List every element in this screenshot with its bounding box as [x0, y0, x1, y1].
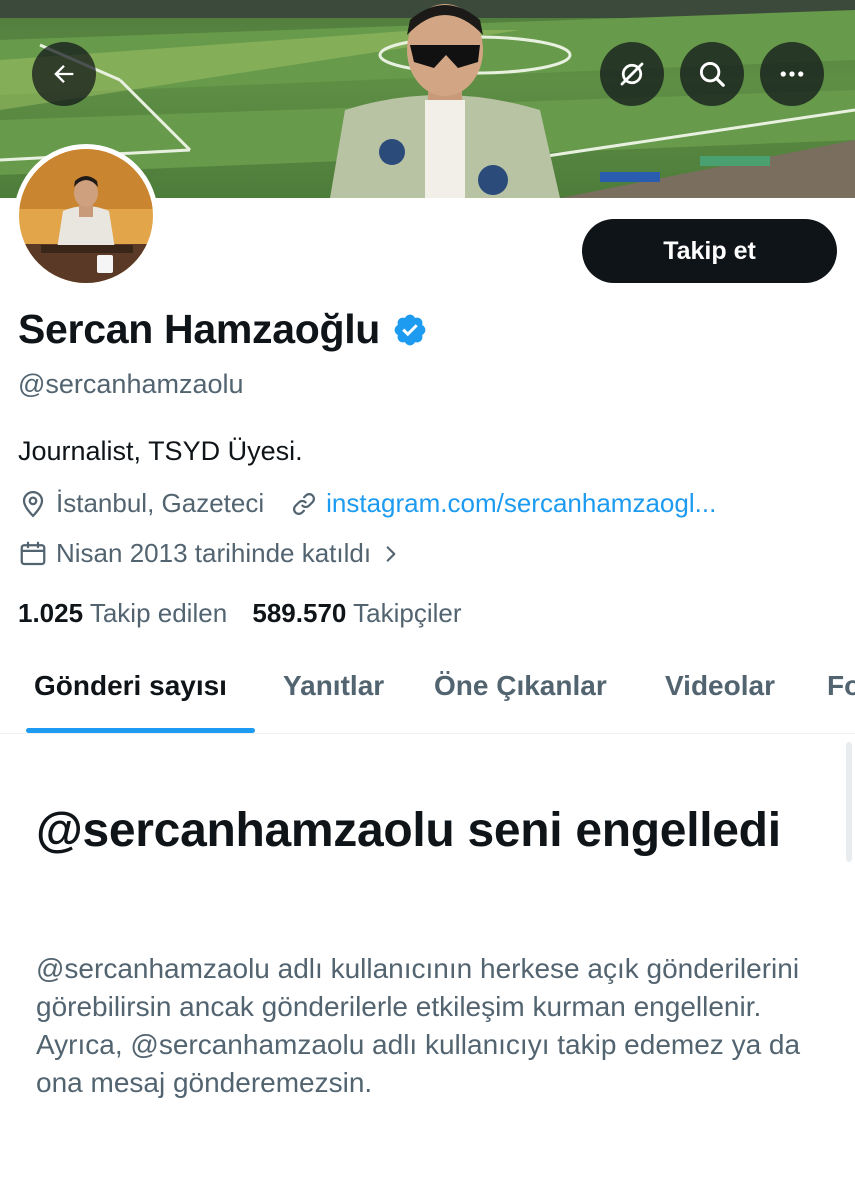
tab-photos[interactable]: Fo — [827, 670, 855, 702]
profile-name-row: Sercan Hamzaoğlu — [18, 306, 428, 353]
search-button[interactable] — [680, 42, 744, 106]
location-pin-icon — [22, 490, 44, 517]
profile-joined-row[interactable]: Nisan 2013 tarihinde katıldı — [18, 538, 401, 569]
tab-videos[interactable]: Videolar — [665, 670, 775, 702]
more-options-button[interactable] — [760, 42, 824, 106]
tab-posts[interactable]: Gönderi sayısı — [34, 670, 227, 702]
profile-website-link[interactable]: instagram.com/sercanhamzaogl... — [326, 488, 716, 519]
followers-count: 589.570 — [252, 598, 347, 628]
arrow-left-icon — [54, 65, 74, 83]
following-label: Takip edilen — [89, 598, 228, 628]
calendar-icon — [20, 541, 46, 565]
avatar-image — [19, 149, 153, 283]
profile-joined-date: Nisan 2013 tarihinde katıldı — [56, 538, 372, 568]
profile-meta-row: İstanbul, Gazeteci instagram.com/sercanh… — [18, 488, 716, 519]
active-tab-indicator — [26, 728, 255, 733]
profile-tabs: Gönderi sayısı Yanıtlar Öne Çıkanlar Vid… — [0, 650, 855, 734]
follow-button[interactable]: Takip et — [582, 219, 837, 283]
search-icon — [699, 61, 725, 87]
blocked-description: @sercanhamzaolu adlı kullanıcının herkes… — [36, 953, 801, 1098]
followers-stat[interactable]: 589.570 Takipçiler — [252, 598, 461, 628]
no-notifications-icon — [620, 62, 644, 86]
blocked-title: @sercanhamzaolu seni engelledi — [36, 804, 781, 857]
verified-badge-icon[interactable] — [392, 312, 428, 348]
follow-stats: 1.025 Takip edilen 589.570 Takipçiler — [18, 598, 462, 629]
tab-highlights[interactable]: Öne Çıkanlar — [434, 670, 607, 702]
profile-location: İstanbul, Gazeteci — [56, 488, 265, 518]
profile-bio: Journalist, TSYD Üyesi. — [18, 436, 303, 466]
avatar[interactable] — [14, 144, 158, 288]
chevron-right-icon — [386, 545, 396, 562]
back-button[interactable] — [32, 42, 96, 106]
followers-label: Takipçiler — [353, 598, 462, 628]
following-count: 1.025 — [18, 598, 84, 628]
display-name: Sercan Hamzaoğlu — [18, 306, 381, 352]
scrollbar[interactable] — [846, 742, 852, 862]
profile-handle: @sercanhamzaolu — [18, 369, 244, 399]
link-icon — [293, 492, 316, 515]
more-horizontal-icon — [780, 71, 804, 77]
notifications-toggle-button[interactable] — [600, 42, 664, 106]
tab-replies[interactable]: Yanıtlar — [283, 670, 384, 702]
following-stat[interactable]: 1.025 Takip edilen — [18, 598, 227, 628]
